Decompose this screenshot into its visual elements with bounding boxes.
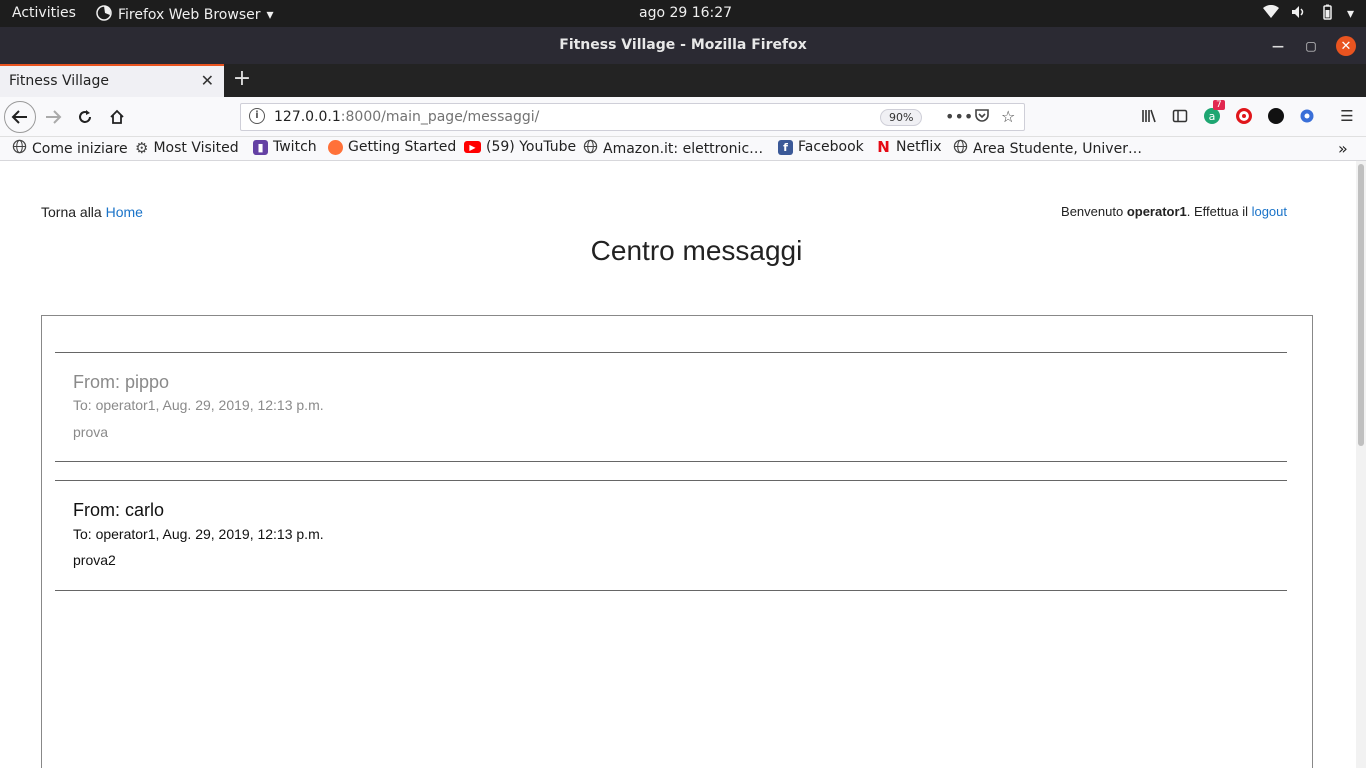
message-body: prova2 (73, 552, 116, 568)
globe-icon (953, 139, 968, 158)
gear-icon: ⚙ (135, 139, 149, 157)
extension-badge-icon[interactable]: a 7 (1200, 100, 1225, 128)
app-menu-label: Firefox Web Browser (118, 7, 261, 23)
close-window-button[interactable]: ✕ (1336, 36, 1356, 56)
back-prefix: Torna alla (41, 204, 106, 220)
adblock-icon[interactable] (1232, 104, 1256, 128)
bookmark-label: Facebook (798, 139, 864, 155)
globe-icon (12, 139, 27, 158)
bookmark-label: (59) YouTube (486, 139, 577, 155)
bookmark-label: Getting Started (348, 139, 457, 155)
pocket-icon[interactable] (974, 107, 990, 127)
system-tray[interactable]: ▾ (1262, 4, 1354, 24)
bookmark-come-iniziare[interactable]: Come iniziare (12, 139, 128, 158)
url-path: :8000/main_page/messaggi/ (340, 109, 540, 125)
bookmark-amazon[interactable]: Amazon.it: elettronic… (583, 139, 763, 158)
tab-label: Fitness Village (9, 73, 109, 89)
globe-icon (583, 139, 598, 158)
welcome-text: Benvenuto operator1. Effettua il logout (1061, 204, 1287, 219)
back-home-text: Torna alla Home (41, 204, 143, 220)
url-text[interactable]: 127.0.0.1:8000/main_page/messaggi/ (274, 109, 539, 125)
bookmark-netflix[interactable]: N Netflix (876, 138, 942, 156)
message-body: prova (73, 424, 109, 440)
page-scrollbar[interactable] (1356, 161, 1366, 768)
tab-fitness-village[interactable]: Fitness Village ✕ (0, 64, 224, 97)
url-bar[interactable]: i 127.0.0.1:8000/main_page/messaggi/ 90%… (240, 103, 1025, 131)
firefox-icon (328, 139, 343, 155)
bookmarks-toolbar: Come iniziare ⚙ Most Visited ▮ Twitch Ge… (0, 137, 1366, 161)
arrow-right-icon (46, 110, 62, 124)
home-link[interactable]: Home (106, 204, 143, 220)
battery-icon (1319, 4, 1335, 24)
bookmark-facebook[interactable]: f Facebook (778, 139, 864, 155)
hamburger-menu-icon[interactable]: ☰ (1335, 104, 1359, 128)
netflix-icon: N (877, 138, 890, 156)
close-tab-icon[interactable]: ✕ (201, 71, 214, 90)
bookmark-label: Area Studente, Univer… (973, 140, 1142, 157)
minimize-button[interactable]: — (1268, 36, 1288, 56)
bookmark-label: Twitch (273, 139, 317, 155)
bookmark-label: Amazon.it: elettronic… (603, 140, 764, 157)
maximize-button[interactable]: ▢ (1301, 36, 1321, 56)
info-icon[interactable]: i (249, 108, 265, 124)
username: operator1 (1126, 204, 1187, 219)
tab-strip: Fitness Village ✕ + (0, 64, 1366, 97)
page-title: Centro messaggi (590, 235, 803, 266)
logout-link[interactable]: logout (1252, 204, 1287, 219)
facebook-icon: f (778, 139, 793, 155)
activities-button[interactable]: Activities (12, 5, 76, 21)
bookmark-most-visited[interactable]: ⚙ Most Visited (135, 139, 239, 157)
welcome-prefix: Benvenuto (1061, 204, 1127, 219)
navigation-bar: i 127.0.0.1:8000/main_page/messaggi/ 90%… (0, 97, 1366, 137)
zoom-level[interactable]: 90% (880, 109, 923, 126)
back-button[interactable] (4, 101, 36, 133)
url-host: 127.0.0.1 (274, 109, 341, 125)
scrollbar-thumb[interactable] (1358, 164, 1364, 446)
extension-icon[interactable] (1295, 104, 1319, 128)
reload-button[interactable] (70, 102, 100, 132)
message-item[interactable]: From: carlo To: operator1, Aug. 29, 2019… (55, 480, 1287, 591)
twitch-icon: ▮ (253, 139, 268, 155)
firefox-icon (96, 5, 112, 25)
welcome-mid: . Effettua il (1186, 204, 1252, 219)
app-menu[interactable]: Firefox Web Browser ▾ (96, 5, 274, 25)
reload-icon (79, 110, 91, 123)
wifi-icon (1262, 4, 1279, 23)
message-to: To: operator1, Aug. 29, 2019, 12:13 p.m. (73, 397, 324, 413)
bookmark-label: Come iniziare (32, 140, 128, 157)
volume-icon (1291, 5, 1307, 23)
window-title: Fitness Village - Mozilla Firefox (559, 37, 807, 53)
bookmark-getting-started[interactable]: Getting Started (328, 139, 456, 155)
system-top-bar: Activities Firefox Web Browser ▾ ago 29 … (0, 0, 1366, 27)
message-from: From: carlo (73, 500, 165, 520)
message-item[interactable]: From: pippo To: operator1, Aug. 29, 2019… (55, 352, 1287, 462)
home-icon (110, 109, 124, 124)
message-container: From: pippo To: operator1, Aug. 29, 2019… (41, 315, 1313, 768)
home-button[interactable] (102, 102, 132, 132)
bookmark-label: Netflix (896, 139, 942, 155)
arrow-left-icon (11, 110, 27, 124)
caret-down-icon: ▾ (266, 7, 274, 23)
bookmarks-overflow-icon[interactable]: » (1338, 139, 1348, 158)
library-icon[interactable] (1137, 104, 1161, 128)
bookmark-label: Most Visited (153, 140, 239, 156)
clock[interactable]: ago 29 16:27 (639, 5, 732, 21)
dark-mode-icon[interactable] (1264, 104, 1288, 128)
caret-down-icon: ▾ (1346, 6, 1354, 22)
page-actions-icon[interactable]: ••• (945, 107, 973, 126)
bookmark-youtube[interactable]: ▶ (59) YouTube (464, 139, 576, 155)
window-title-bar: Fitness Village - Mozilla Firefox — ▢ ✕ (0, 27, 1366, 64)
youtube-icon: ▶ (464, 141, 481, 153)
page-content: Torna alla Home Benvenuto operator1. Eff… (0, 161, 1356, 768)
forward-button[interactable] (38, 102, 68, 132)
message-to: To: operator1, Aug. 29, 2019, 12:13 p.m. (73, 526, 324, 542)
message-from: From: pippo (73, 372, 170, 392)
notification-badge: 7 (1213, 100, 1225, 110)
new-tab-button[interactable]: + (230, 67, 254, 91)
bookmark-star-icon[interactable]: ☆ (1001, 107, 1015, 126)
bookmark-area-studente[interactable]: Area Studente, Univer… (953, 139, 1142, 158)
bookmark-twitch[interactable]: ▮ Twitch (253, 139, 317, 155)
sidebar-icon[interactable] (1168, 104, 1192, 128)
